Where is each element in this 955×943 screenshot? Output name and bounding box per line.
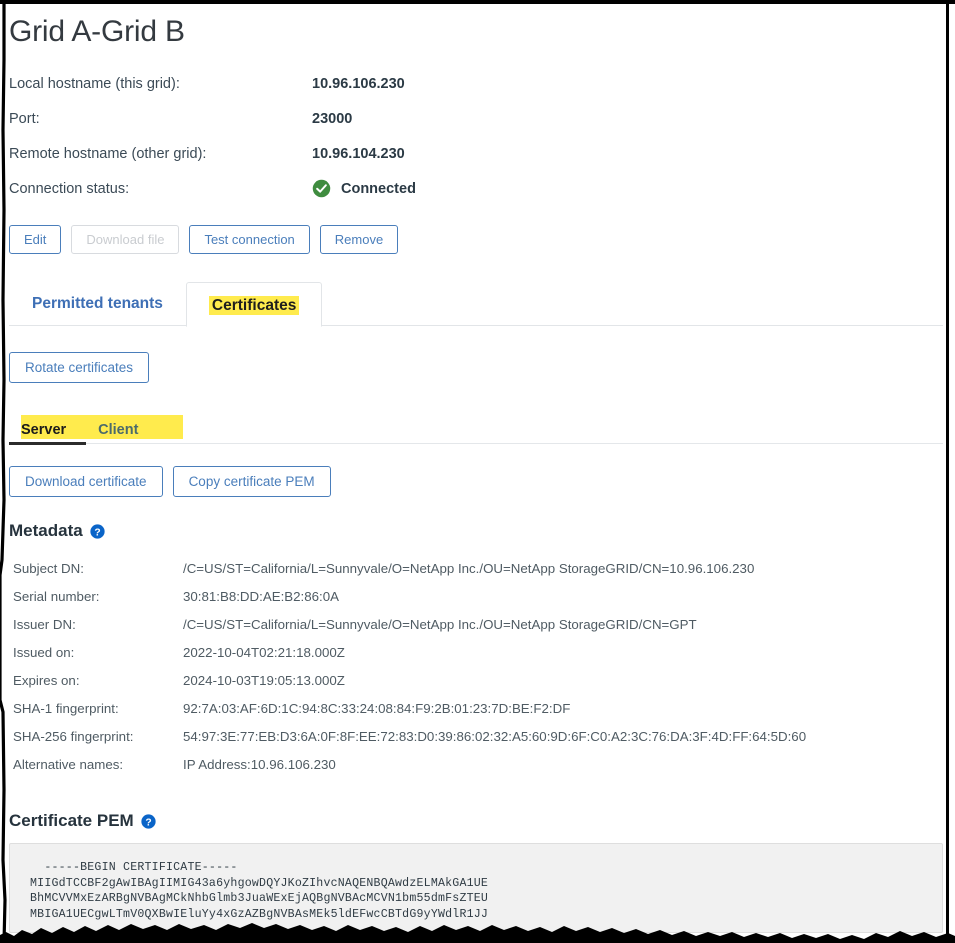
- subtab-client[interactable]: Client: [86, 422, 158, 443]
- svg-text:?: ?: [94, 527, 100, 538]
- action-button-row: Edit Download file Test connection Remov…: [9, 225, 943, 254]
- check-circle-icon: [312, 179, 331, 198]
- metadata-table: Subject DN: /C=US/ST=California/L=Sunnyv…: [9, 555, 943, 779]
- metadata-value: /C=US/ST=California/L=Sunnyvale/O=NetApp…: [183, 561, 755, 576]
- certificate-button-row: Download certificate Copy certificate PE…: [9, 466, 943, 497]
- metadata-key: Expires on:: [13, 673, 80, 688]
- summary-value-text: 23000: [312, 110, 353, 127]
- connection-summary: Local hostname (this grid): 10.96.106.23…: [9, 66, 943, 206]
- summary-row-port: Port: 23000: [9, 101, 943, 136]
- certificate-pem-text: -----BEGIN CERTIFICATE----- MIIGdTCCBF2g…: [30, 861, 489, 921]
- download-certificate-button[interactable]: Download certificate: [9, 466, 163, 497]
- summary-row-connection-status: Connection status: Connected: [9, 171, 943, 206]
- metadata-value: 2022-10-04T02:21:18.000Z: [183, 645, 345, 660]
- status-badge: Connected: [312, 179, 416, 198]
- table-row: Issued on: 2022-10-04T02:21:18.000Z: [9, 639, 943, 667]
- rotate-certificates-button[interactable]: Rotate certificates: [9, 352, 150, 383]
- help-circle-icon[interactable]: ?: [141, 813, 156, 829]
- certificate-pem-heading: Certificate PEM ?: [9, 811, 943, 831]
- main-tabs: Permitted tenants Certificates: [9, 279, 943, 327]
- metadata-value: IP Address:10.96.106.230: [183, 757, 336, 772]
- metadata-value: 30:81:B8:DD:AE:B2:86:0A: [183, 589, 339, 604]
- metadata-key: Subject DN:: [13, 561, 84, 576]
- subtab-label: Client: [98, 422, 139, 438]
- tab-certificates[interactable]: Certificates: [185, 281, 323, 327]
- table-row: Issuer DN: /C=US/ST=California/L=Sunnyva…: [9, 611, 943, 639]
- subtab-server[interactable]: Server: [9, 422, 87, 445]
- table-row: SHA-256 fingerprint: 54:97:3E:77:EB:D3:6…: [9, 723, 943, 751]
- svg-text:?: ?: [145, 817, 151, 828]
- edit-button[interactable]: Edit: [9, 225, 62, 254]
- summary-row-remote-hostname: Remote hostname (other grid): 10.96.104.…: [9, 136, 943, 171]
- certificate-pem-heading-label: Certificate PEM: [9, 811, 134, 830]
- summary-value-text: 10.96.104.230: [312, 145, 405, 162]
- status-label: Connected: [341, 180, 416, 197]
- summary-label: Port:: [9, 110, 40, 127]
- rotate-certificates-row: Rotate certificates: [9, 352, 943, 383]
- metadata-key: Issued on:: [13, 645, 75, 660]
- summary-value-text: 10.96.106.230: [312, 75, 405, 92]
- metadata-key: Issuer DN:: [13, 617, 76, 632]
- metadata-heading-label: Metadata: [9, 521, 83, 540]
- page-content: Grid A-Grid B Local hostname (this grid)…: [9, 4, 943, 943]
- summary-label: Remote hostname (other grid):: [9, 145, 207, 162]
- metadata-key: SHA-256 fingerprint:: [13, 729, 134, 744]
- tab-label: Certificates: [208, 295, 300, 315]
- summary-label: Connection status:: [9, 180, 130, 197]
- metadata-value: 2024-10-03T19:05:13.000Z: [183, 673, 345, 688]
- metadata-key: Alternative names:: [13, 757, 124, 772]
- metadata-key: SHA-1 fingerprint:: [13, 701, 119, 716]
- summary-label: Local hostname (this grid):: [9, 75, 180, 92]
- screenshot-root: Grid A-Grid B Local hostname (this grid)…: [0, 0, 955, 943]
- certificate-subtabs: Server Client: [9, 413, 943, 445]
- table-row: Subject DN: /C=US/ST=California/L=Sunnyv…: [9, 555, 943, 583]
- summary-value: 10.96.106.230: [312, 76, 405, 92]
- summary-value: 10.96.104.230: [312, 146, 405, 162]
- help-circle-icon[interactable]: ?: [90, 523, 105, 539]
- summary-row-local-hostname: Local hostname (this grid): 10.96.106.23…: [9, 66, 943, 101]
- tab-permitted-tenants[interactable]: Permitted tenants: [9, 280, 186, 325]
- copy-certificate-pem-button[interactable]: Copy certificate PEM: [172, 466, 331, 497]
- download-file-button: Download file: [71, 225, 180, 254]
- table-row: Expires on: 2024-10-03T19:05:13.000Z: [9, 667, 943, 695]
- summary-value: 23000: [312, 111, 352, 127]
- metadata-key: Serial number:: [13, 589, 100, 604]
- metadata-value: /C=US/ST=California/L=Sunnyvale/O=NetApp…: [183, 617, 697, 632]
- test-connection-button[interactable]: Test connection: [189, 225, 310, 254]
- page-title: Grid A-Grid B: [9, 15, 185, 48]
- remove-button[interactable]: Remove: [319, 225, 399, 254]
- table-row: Alternative names: IP Address:10.96.106.…: [9, 751, 943, 779]
- crop-border-right: [946, 0, 949, 943]
- metadata-value: 54:97:3E:77:EB:D3:6A:0F:8F:EE:72:83:D0:3…: [183, 729, 807, 744]
- table-row: Serial number: 30:81:B8:DD:AE:B2:86:0A: [9, 583, 943, 611]
- certificate-pem-box[interactable]: -----BEGIN CERTIFICATE----- MIIGdTCCBF2g…: [9, 843, 943, 933]
- subtab-label: Server: [21, 422, 67, 438]
- table-row: SHA-1 fingerprint: 92:7A:03:AF:6D:1C:94:…: [9, 695, 943, 723]
- metadata-value: 92:7A:03:AF:6D:1C:94:8C:33:24:08:84:F9:2…: [183, 701, 571, 716]
- tab-label: Permitted tenants: [32, 295, 163, 312]
- metadata-heading: Metadata ?: [9, 521, 943, 541]
